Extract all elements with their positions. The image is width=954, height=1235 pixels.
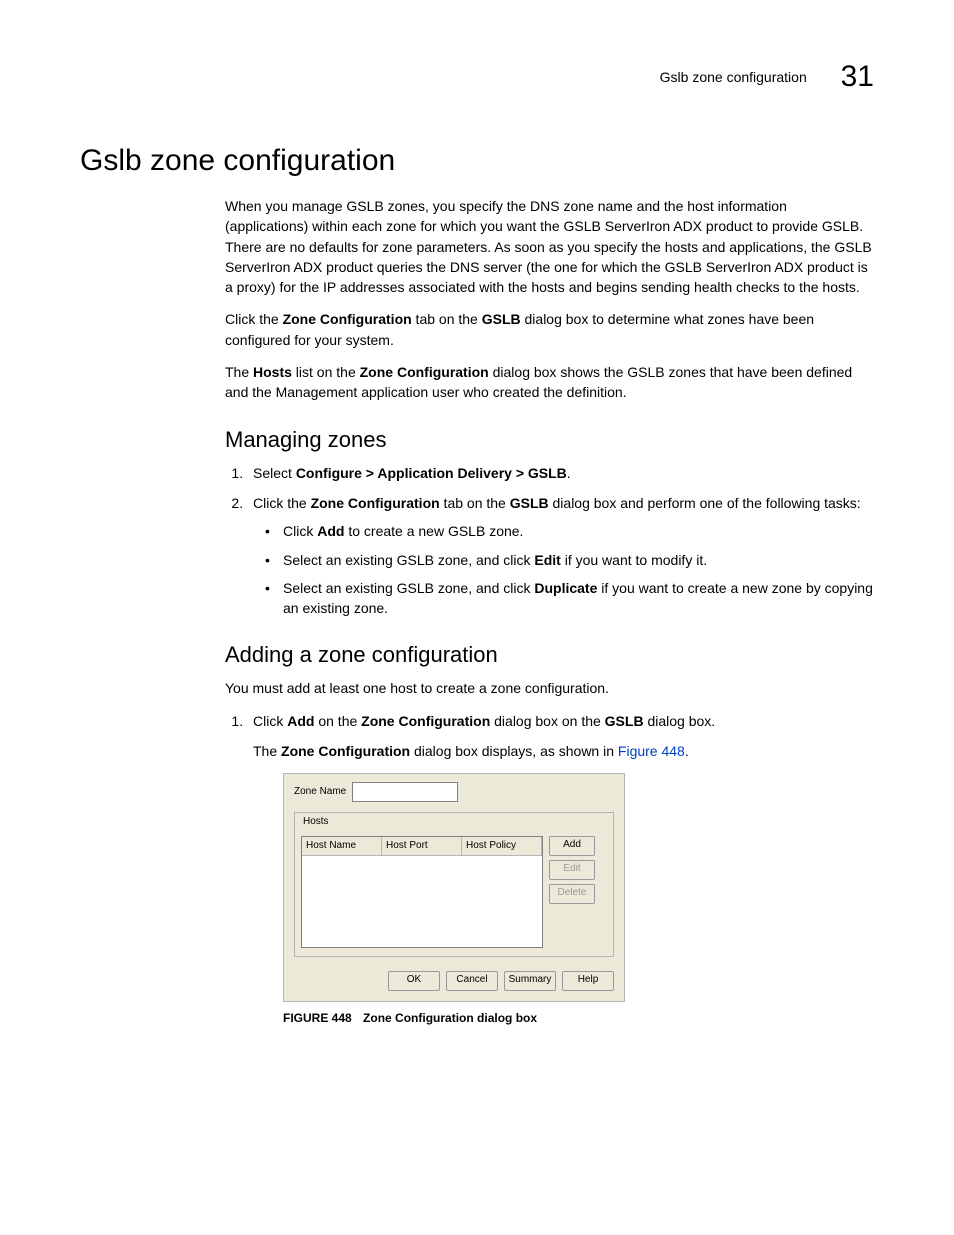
bullet-duplicate: Select an existing GSLB zone, and click … bbox=[283, 578, 874, 619]
running-header-title: Gslb zone configuration bbox=[660, 69, 807, 85]
step-2: Click the Zone Configuration tab on the … bbox=[247, 493, 874, 618]
text-bold: Configure > Application Delivery > GSLB bbox=[296, 465, 567, 481]
text: on the bbox=[314, 713, 361, 729]
adding-steps: Click Add on the Zone Configuration dial… bbox=[225, 711, 874, 1027]
dialog-bottom-buttons: OK Cancel Summary Help bbox=[294, 971, 614, 991]
text-bold: Zone Configuration bbox=[283, 311, 412, 327]
zone-configuration-dialog: Zone Name Hosts Host Name Host Port bbox=[283, 773, 625, 1002]
adding-step-1-sub: The Zone Configuration dialog box displa… bbox=[253, 741, 874, 761]
zone-name-row: Zone Name bbox=[294, 782, 614, 802]
text: Click the bbox=[225, 311, 283, 327]
cancel-button[interactable]: Cancel bbox=[446, 971, 498, 991]
text: The bbox=[253, 743, 281, 759]
hosts-group: Hosts Host Name Host Port Host Policy bbox=[294, 812, 614, 957]
summary-button[interactable]: Summary bbox=[504, 971, 556, 991]
edit-host-button[interactable]: Edit bbox=[549, 860, 595, 880]
step-2-bullets: Click Add to create a new GSLB zone. Sel… bbox=[253, 521, 874, 618]
text: Click bbox=[253, 713, 287, 729]
text-bold: Duplicate bbox=[534, 580, 597, 596]
body-column: When you manage GSLB zones, you specify … bbox=[225, 196, 874, 1027]
text: dialog box displays, as shown in bbox=[410, 743, 618, 759]
hosts-side-buttons: Add Edit Delete bbox=[549, 836, 595, 948]
hosts-table-header: Host Name Host Port Host Policy bbox=[302, 837, 542, 857]
intro-paragraph-1: When you manage GSLB zones, you specify … bbox=[225, 196, 874, 297]
text: . bbox=[567, 465, 571, 481]
text-bold: GSLB bbox=[605, 713, 644, 729]
adding-paragraph-1: You must add at least one host to create… bbox=[225, 678, 874, 698]
text: Click the bbox=[253, 495, 311, 511]
page-title: Gslb zone configuration bbox=[80, 144, 874, 178]
text-bold: Edit bbox=[534, 552, 560, 568]
zone-name-input[interactable] bbox=[352, 782, 458, 802]
text-bold: Hosts bbox=[253, 364, 292, 380]
text-bold: Zone Configuration bbox=[360, 364, 489, 380]
text: The bbox=[225, 364, 253, 380]
chapter-number: 31 bbox=[841, 60, 874, 94]
text-bold: Zone Configuration bbox=[281, 743, 410, 759]
managing-steps: Select Configure > Application Delivery … bbox=[225, 463, 874, 619]
ok-button[interactable]: OK bbox=[388, 971, 440, 991]
col-host-policy[interactable]: Host Policy bbox=[462, 837, 542, 856]
heading-managing-zones: Managing zones bbox=[225, 427, 874, 453]
text: dialog box. bbox=[644, 713, 716, 729]
bullet-add: Click Add to create a new GSLB zone. bbox=[283, 521, 874, 541]
text: dialog box and perform one of the follow… bbox=[549, 495, 861, 511]
heading-adding-zone: Adding a zone configuration bbox=[225, 642, 874, 668]
col-host-name[interactable]: Host Name bbox=[302, 837, 382, 856]
zone-name-label: Zone Name bbox=[294, 785, 346, 800]
text-bold: Zone Configuration bbox=[361, 713, 490, 729]
text-bold: GSLB bbox=[482, 311, 521, 327]
text: list on the bbox=[292, 364, 360, 380]
page-header: Gslb zone configuration 31 bbox=[80, 60, 874, 94]
intro-paragraph-3: The Hosts list on the Zone Configuration… bbox=[225, 362, 874, 403]
text: Select an existing GSLB zone, and click bbox=[283, 580, 534, 596]
text: dialog box on the bbox=[490, 713, 604, 729]
text: to create a new GSLB zone. bbox=[344, 523, 523, 539]
help-button[interactable]: Help bbox=[562, 971, 614, 991]
figure-448: Zone Name Hosts Host Name Host Port bbox=[283, 773, 874, 1027]
delete-host-button[interactable]: Delete bbox=[549, 884, 595, 904]
text-bold: GSLB bbox=[510, 495, 549, 511]
text-bold: Zone Configuration bbox=[311, 495, 440, 511]
bullet-edit: Select an existing GSLB zone, and click … bbox=[283, 550, 874, 570]
figure-caption: FIGURE 448 Zone Configuration dialog box bbox=[283, 1010, 874, 1027]
add-host-button[interactable]: Add bbox=[549, 836, 595, 856]
text: if you want to modify it. bbox=[561, 552, 707, 568]
text: Select an existing GSLB zone, and click bbox=[283, 552, 534, 568]
page: Gslb zone configuration 31 Gslb zone con… bbox=[0, 0, 954, 1235]
text: . bbox=[685, 743, 689, 759]
text: tab on the bbox=[440, 495, 510, 511]
step-1: Select Configure > Application Delivery … bbox=[247, 463, 874, 483]
figure-title: Zone Configuration dialog box bbox=[363, 1011, 537, 1025]
text: Select bbox=[253, 465, 296, 481]
col-host-port[interactable]: Host Port bbox=[382, 837, 462, 856]
text-bold: Add bbox=[287, 713, 314, 729]
text: tab on the bbox=[412, 311, 482, 327]
hosts-table[interactable]: Host Name Host Port Host Policy bbox=[301, 836, 543, 948]
text: Click bbox=[283, 523, 317, 539]
adding-step-1: Click Add on the Zone Configuration dial… bbox=[247, 711, 874, 1027]
text-bold: Add bbox=[317, 523, 344, 539]
hosts-legend: Hosts bbox=[301, 815, 331, 830]
figure-number: FIGURE 448 bbox=[283, 1011, 352, 1025]
intro-paragraph-2: Click the Zone Configuration tab on the … bbox=[225, 309, 874, 350]
figure-link[interactable]: Figure 448 bbox=[618, 743, 685, 759]
